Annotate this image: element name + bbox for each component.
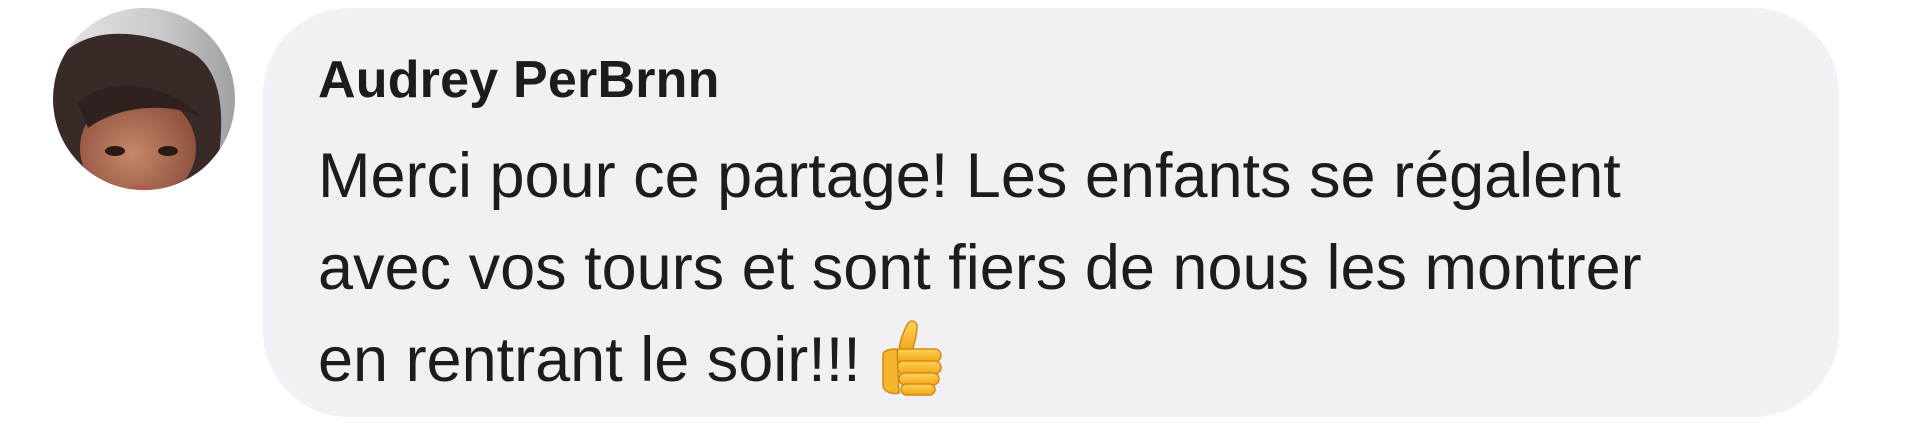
- user-avatar[interactable]: [53, 8, 235, 190]
- comment: Audrey PerBrnn Merci pour ce partage! Le…: [0, 0, 1920, 427]
- comment-line-2: avec vos tours et sont fiers de nous les…: [318, 233, 1642, 303]
- comment-body: Merci pour ce partage! Les enfants se ré…: [318, 130, 1642, 407]
- comment-line-1: Merci pour ce partage! Les enfants se ré…: [318, 141, 1621, 211]
- thumbs-up-icon: [869, 315, 955, 401]
- avatar-photo-icon: [53, 8, 235, 190]
- comment-author-name[interactable]: Audrey PerBrnn: [318, 50, 720, 110]
- comment-line-3-text: en rentrant le soir!!!: [318, 325, 861, 395]
- comment-line-3: en rentrant le soir!!!: [318, 314, 1642, 407]
